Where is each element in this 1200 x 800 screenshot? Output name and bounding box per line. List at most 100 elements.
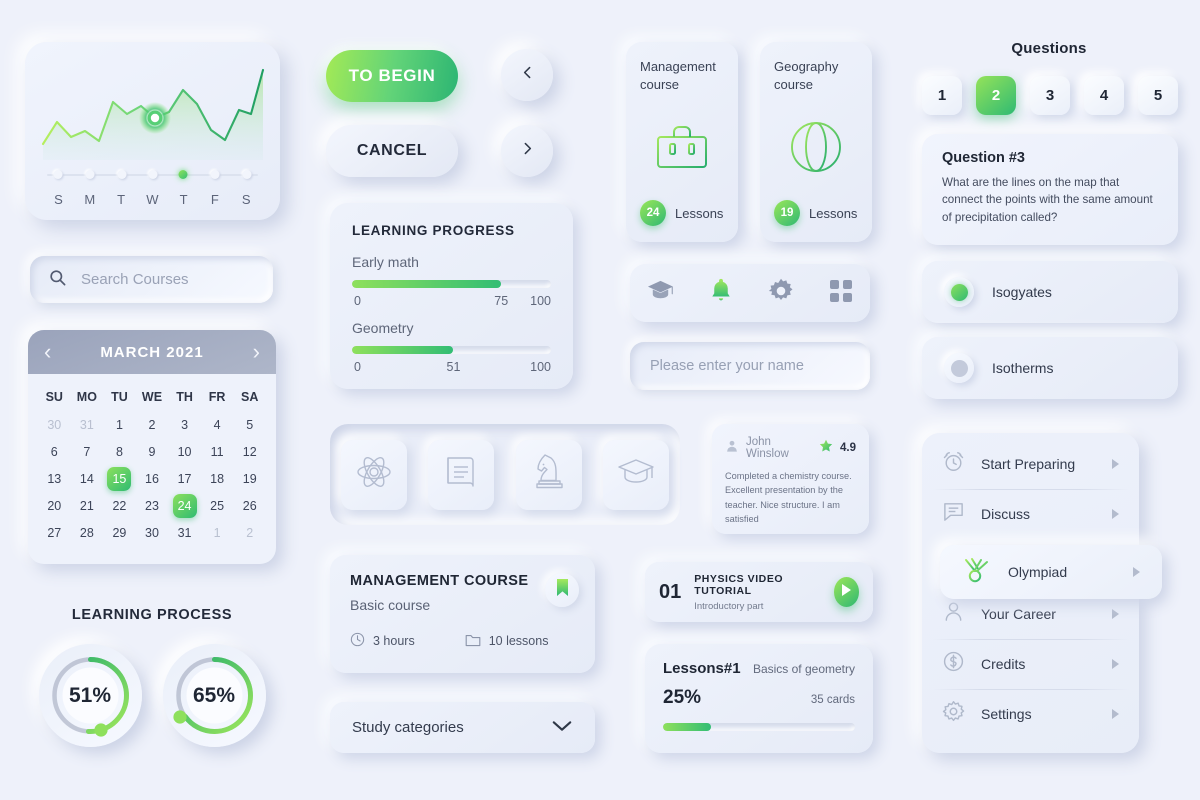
question-tab-4[interactable]: 4 [1084, 76, 1124, 115]
calendar-weekday: TU [111, 390, 128, 404]
calendar-day[interactable]: 3 [168, 413, 201, 437]
calendar-day[interactable]: 20 [38, 494, 71, 518]
question-tab-5[interactable]: 5 [1138, 76, 1178, 115]
calendar-day[interactable]: 28 [71, 521, 104, 545]
lessons-meta: 10 lessons [465, 633, 548, 650]
subject-tile-physics[interactable] [340, 439, 407, 510]
calendar-day[interactable]: 4 [201, 413, 234, 437]
calendar-day[interactable]: 17 [168, 467, 201, 491]
calendar-day[interactable]: 5 [233, 413, 266, 437]
calendar-header: ‹ MARCH 2021 › [28, 330, 276, 374]
caret-right-icon [1112, 709, 1119, 719]
graduation-cap-icon[interactable] [647, 277, 674, 309]
calendar-day[interactable]: 14 [71, 467, 104, 491]
grid-icon[interactable] [829, 279, 853, 308]
calendar-day[interactable]: 2 [233, 521, 266, 545]
search-courses-box[interactable] [30, 256, 280, 303]
weekday-dot-5[interactable] [210, 170, 220, 179]
bell-icon[interactable] [709, 277, 733, 309]
course-card-management[interactable]: Management course 24 Lessons [626, 42, 738, 242]
cancel-button[interactable]: CANCEL [326, 125, 458, 177]
calendar-day[interactable]: 18 [201, 467, 234, 491]
subject-tile-chess[interactable] [515, 439, 582, 510]
gauge-value: 51% [68, 683, 112, 707]
to-begin-button[interactable]: TO BEGIN [326, 50, 458, 102]
calendar-day[interactable]: 21 [71, 494, 104, 518]
weekday-dot-2[interactable] [117, 170, 127, 179]
atom-icon [356, 454, 392, 495]
lesson-count-badge: 24 [640, 200, 666, 226]
calendar-day[interactable]: 1 [103, 413, 136, 437]
answer-option-isotherms[interactable]: Isotherms [922, 337, 1178, 399]
calendar-day[interactable]: 9 [136, 440, 169, 464]
calendar-day[interactable]: 16 [136, 467, 169, 491]
calendar-day[interactable]: 30 [38, 413, 71, 437]
gear-icon[interactable] [768, 278, 794, 309]
name-input-wrapper[interactable] [630, 342, 870, 390]
calendar-day[interactable]: 27 [38, 521, 71, 545]
menu-label: Credits [981, 656, 1026, 672]
chevron-left-icon[interactable]: ‹ [44, 341, 51, 363]
chevron-down-icon[interactable] [551, 719, 573, 737]
question-tab-3[interactable]: 3 [1030, 76, 1070, 115]
calendar-day[interactable]: 6 [38, 440, 71, 464]
calendar-day[interactable]: 29 [103, 521, 136, 545]
weekday-dot-6[interactable] [242, 170, 252, 179]
calendar-day[interactable]: 22 [103, 494, 136, 518]
calendar-day[interactable]: 13 [38, 467, 71, 491]
management-course-card[interactable]: MANAGEMENT COURSE Basic course 3 hours 1… [330, 555, 595, 673]
prev-circle-button[interactable] [501, 49, 553, 101]
calendar-day[interactable]: 2 [136, 413, 169, 437]
weekday-dot-0[interactable] [53, 170, 63, 179]
calendar-day[interactable]: 1 [201, 521, 234, 545]
weekday-slider[interactable]: S M T W T F S [43, 170, 262, 207]
menu-item-settings[interactable]: Settings [922, 689, 1139, 739]
question-tab-2[interactable]: 2 [976, 76, 1016, 115]
calendar-day[interactable]: 12 [233, 440, 266, 464]
menu-item-start-preparing[interactable]: Start Preparing [922, 439, 1139, 489]
weekly-area-chart [41, 68, 265, 160]
radio-button[interactable] [944, 353, 974, 383]
weekday-label: W [146, 192, 159, 207]
calendar-day[interactable]: 23 [136, 494, 169, 518]
next-circle-button[interactable] [501, 125, 553, 177]
weekday-dot-3[interactable] [148, 170, 157, 179]
calendar-day[interactable]: 7 [71, 440, 104, 464]
question-tab-1[interactable]: 1 [922, 76, 962, 115]
calendar-day[interactable]: 11 [201, 440, 234, 464]
caret-right-icon [1112, 459, 1119, 469]
answer-option-isogyates[interactable]: Isogyates [922, 261, 1178, 323]
physics-video-card[interactable]: 01 PHYSICS VIDEO TUTORIAL Introductory p… [645, 562, 873, 622]
question-heading: Question #3 [942, 150, 1025, 166]
calendar-day[interactable]: 19 [233, 467, 266, 491]
menu-item-discuss[interactable]: Discuss [922, 489, 1139, 539]
calendar-day[interactable]: 31 [71, 413, 104, 437]
calendar-day[interactable]: 10 [168, 440, 201, 464]
weekday-dot-4[interactable] [178, 170, 188, 179]
testimonial-author: John Winslow [746, 436, 789, 460]
bookmark-button[interactable] [545, 573, 579, 607]
menu-item-credits[interactable]: Credits [922, 639, 1139, 689]
subject-tile-graduation[interactable] [603, 439, 670, 510]
study-categories-dropdown[interactable]: Study categories [330, 702, 595, 753]
calendar-day-selected[interactable]: 24 [172, 494, 197, 518]
calendar-day[interactable]: 31 [168, 521, 201, 545]
calendar-day-selected[interactable]: 15 [107, 467, 132, 491]
menu-item-olympiad[interactable]: Olympiad [940, 545, 1162, 599]
name-input[interactable] [650, 358, 850, 374]
play-button[interactable] [833, 577, 859, 607]
answer-label: Isogyates [992, 284, 1052, 300]
chevron-right-icon[interactable]: › [253, 341, 260, 363]
subject-tile-literature[interactable] [428, 439, 495, 510]
weekday-labels: S M T W T F S [43, 192, 262, 207]
radio-button-selected[interactable] [944, 277, 974, 307]
question-text: What are the lines on the map that conne… [942, 176, 1153, 224]
calendar-day[interactable]: 25 [201, 494, 234, 518]
calendar-day[interactable]: 8 [103, 440, 136, 464]
search-input[interactable] [81, 271, 280, 288]
course-card-geography[interactable]: Geography course 19 Lessons [760, 42, 872, 242]
weekday-dot-1[interactable] [85, 170, 95, 179]
calendar-day[interactable]: 26 [233, 494, 266, 518]
calendar-day[interactable]: 30 [136, 521, 169, 545]
lesson-count-row: 19 Lessons [774, 200, 858, 226]
